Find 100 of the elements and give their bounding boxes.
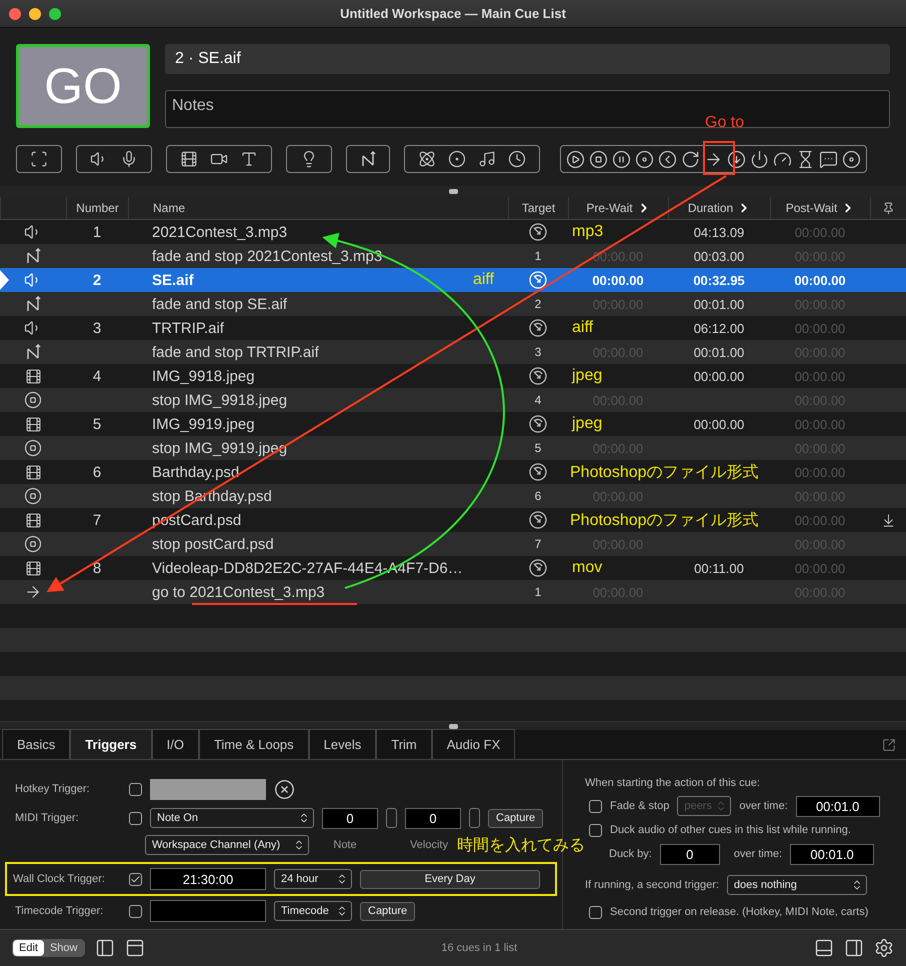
velocity-label: Velocity	[409, 839, 449, 851]
field-label: Second trigger on release. (Hotkey, MIDI Note, carts)	[610, 906, 868, 918]
capture-button[interactable]: Capture	[360, 902, 416, 920]
checkbox[interactable]	[129, 812, 142, 824]
cue-target: 6	[534, 489, 542, 503]
stop-icon	[24, 487, 42, 505]
annotation-note: Photoshopのファイル形式	[570, 510, 759, 530]
cue-target: 4	[534, 393, 542, 407]
fullscreen-icon	[30, 150, 48, 168]
cue-name-field[interactable]: 2 · SE.aif	[165, 44, 890, 74]
field-label: Fade & stop	[610, 800, 670, 812]
column-header[interactable]: Post-Wait	[770, 197, 870, 219]
checkbox[interactable]	[589, 824, 602, 836]
cue-name: go to 2021Contest_3.mp3	[152, 584, 325, 600]
inspector-tab[interactable]: Time & Loops	[198, 729, 309, 759]
target-icon	[529, 223, 547, 241]
inspector-tab[interactable]: Levels	[308, 729, 376, 759]
cue-number: 6	[92, 464, 102, 480]
duration-time: 00:00.00	[692, 368, 746, 384]
duration-time: 06:12.00	[692, 320, 746, 336]
second-trigger-select[interactable]: does nothing	[726, 875, 867, 895]
annotation-note: jpeg	[572, 367, 602, 385]
checkbox[interactable]	[129, 904, 142, 918]
annotation-note: mov	[572, 559, 602, 577]
target-icon	[529, 463, 547, 481]
note-stepper[interactable]	[386, 808, 397, 828]
target-icon	[529, 415, 547, 433]
zoom-button[interactable]	[49, 8, 61, 20]
velocity-stepper[interactable]	[469, 808, 480, 828]
duration-time: 00:32.95	[692, 272, 746, 288]
inspector-tab[interactable]: Basics	[2, 729, 70, 759]
checkbox[interactable]	[589, 906, 602, 918]
time-field[interactable]: 21:30:00	[150, 868, 266, 890]
velocity-field[interactable]: 0	[405, 808, 461, 828]
column-header[interactable]: Target	[508, 197, 568, 219]
cue-target: 3	[534, 345, 542, 359]
check-icon	[130, 874, 141, 884]
microphone-icon	[120, 150, 138, 168]
midi-message-select[interactable]: Note On	[150, 808, 314, 828]
film-icon	[24, 368, 42, 384]
duration-time: 00:01.00	[692, 296, 746, 312]
timecode-select[interactable]: Timecode	[274, 901, 352, 921]
inspector-tab[interactable]: Triggers	[70, 729, 152, 759]
close-button[interactable]	[9, 8, 21, 20]
annotation-label: 時間を入れてみる	[457, 836, 585, 856]
duck-time-field[interactable]: 00:01.0	[790, 844, 874, 864]
checkbox[interactable]	[129, 872, 142, 886]
duration-time: 00:11.00	[693, 560, 745, 576]
cue-name: Barthday.psd	[152, 464, 240, 480]
section-heading: When starting the action of this cue:	[585, 777, 760, 789]
bottom-panel-icon	[814, 938, 834, 958]
field-label: Duck audio of other cues in this list while running.	[610, 824, 851, 836]
resize-handle[interactable]	[448, 724, 458, 728]
hotkey-field[interactable]	[150, 778, 266, 800]
fade-time-field[interactable]: 00:01.0	[796, 796, 880, 816]
post-wait-time: 00:00.00	[793, 272, 847, 288]
window-title: Untitled Workspace — Main Cue List	[340, 6, 566, 21]
field-label: Hotkey Trigger:	[15, 783, 91, 795]
inspector-tab[interactable]: I/O	[152, 729, 199, 759]
capture-button[interactable]: Capture	[488, 808, 544, 828]
cue-name: fade and stop 2021Contest_3.mp3	[152, 248, 382, 264]
field-label: Duck by:	[609, 848, 652, 860]
duration-time: 00:00.00	[692, 416, 746, 432]
channel-select[interactable]: Workspace Channel (Any)	[145, 835, 309, 855]
cue-name: fade and stop TRTRIP.aif	[152, 344, 319, 360]
stop-icon	[24, 439, 42, 457]
column-header[interactable]: Pre-Wait	[568, 197, 668, 219]
film-icon	[180, 150, 198, 168]
minimize-button[interactable]	[29, 8, 41, 20]
cue-name: 2021Contest_3.mp3	[152, 224, 288, 240]
note-label: Note	[332, 839, 358, 851]
hour-format-select[interactable]: 24 hour	[274, 869, 352, 889]
cue-row[interactable]: 2 SE.aif aiff 00:00.00 00:32.95 00:00.00	[0, 268, 906, 292]
resize-handle[interactable]	[448, 189, 458, 194]
settings-icon	[874, 938, 894, 958]
duck-amount-field[interactable]: 0	[660, 844, 720, 864]
cue-number: 3	[92, 320, 102, 336]
column-header[interactable]: Number	[66, 197, 128, 219]
timecode-field[interactable]	[150, 900, 266, 922]
annotation-note: Photoshopのファイル形式	[570, 462, 759, 482]
target-icon	[529, 319, 547, 337]
days-button[interactable]: Every Day	[360, 870, 540, 888]
updown-icon	[336, 873, 348, 885]
duration-time: 00:01.00	[692, 344, 746, 360]
column-header[interactable]: Name	[128, 197, 508, 219]
annotation-note: mp3	[572, 223, 604, 241]
column-header[interactable]: Duration	[668, 197, 770, 219]
mode-button[interactable]: Edit	[13, 940, 44, 956]
checkbox[interactable]	[589, 800, 602, 812]
note-field[interactable]: 0	[322, 808, 378, 828]
inspector-tab[interactable]: Audio FX	[432, 729, 516, 759]
mode-button[interactable]: Show	[44, 940, 84, 956]
field-label: If running, a second trigger:	[585, 879, 719, 891]
cue-number: 4	[92, 368, 102, 384]
checkbox[interactable]	[129, 782, 142, 796]
inspector-tab[interactable]: Trim	[376, 729, 432, 759]
network-icon	[418, 150, 436, 168]
target-icon	[529, 559, 547, 577]
pre-wait-time: 00:00.00	[591, 272, 645, 288]
selection-marker-icon	[0, 270, 9, 290]
